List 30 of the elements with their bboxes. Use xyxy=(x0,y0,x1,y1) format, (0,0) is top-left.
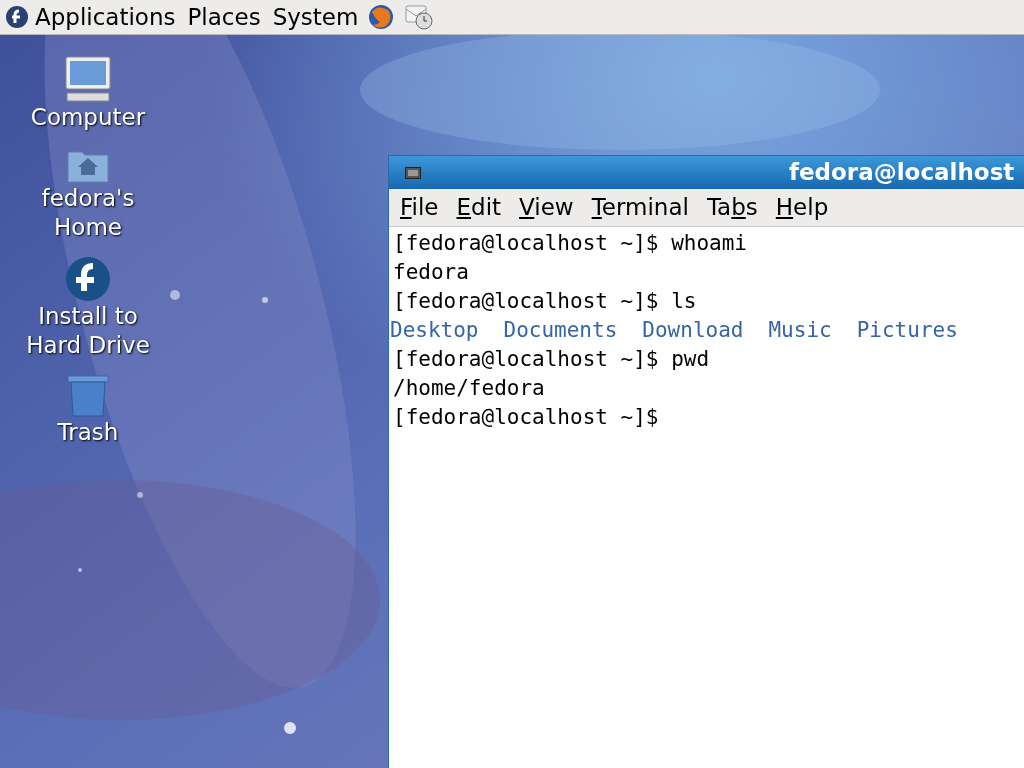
icon-label[interactable]: fedora's Home xyxy=(41,184,135,242)
panel-menu[interactable]: Places xyxy=(187,5,261,29)
terminal-line: [fedora@localhost ~]$ pwd xyxy=(393,346,711,373)
terminal-line: [fedora@localhost ~]$ whoami xyxy=(393,230,748,257)
menu-item[interactable]: File xyxy=(393,196,446,219)
fedora-logo-icon[interactable] xyxy=(65,256,111,302)
panel-menu[interactable]: System xyxy=(272,5,359,29)
menu-item[interactable]: Help xyxy=(768,196,836,219)
directory-name: Music xyxy=(768,317,832,344)
menu-item[interactable]: Tabs xyxy=(699,196,765,219)
terminal-line: /home/fedora xyxy=(393,375,546,402)
panel-menu[interactable]: Applications xyxy=(35,5,176,29)
terminal-line: [fedora@localhost ~]$ ls xyxy=(393,288,698,315)
icon-label[interactable]: Computer xyxy=(30,103,146,132)
terminal-line: [fedora@localhost ~]$ xyxy=(393,404,660,431)
window-title: fedora@localhost xyxy=(789,158,1015,188)
menu-item[interactable]: View xyxy=(512,196,581,219)
directory-name: Pictures xyxy=(856,317,958,344)
menu-item[interactable]: Edit xyxy=(449,196,509,219)
mail-clock-icon[interactable] xyxy=(404,3,435,31)
directory-name: Download xyxy=(642,317,744,344)
menu-item[interactable]: Terminal xyxy=(584,196,696,219)
computer-icon[interactable] xyxy=(63,55,113,103)
fedora-logo-icon[interactable] xyxy=(5,5,29,29)
terminal-line: fedora xyxy=(393,259,470,286)
terminal-icon[interactable] xyxy=(405,166,421,179)
directory-name: Documents xyxy=(503,317,618,344)
icon-label[interactable]: Trash xyxy=(57,418,119,447)
directory-name: Desktop xyxy=(390,317,479,344)
icon-label[interactable]: Install to Hard Drive xyxy=(26,302,150,360)
